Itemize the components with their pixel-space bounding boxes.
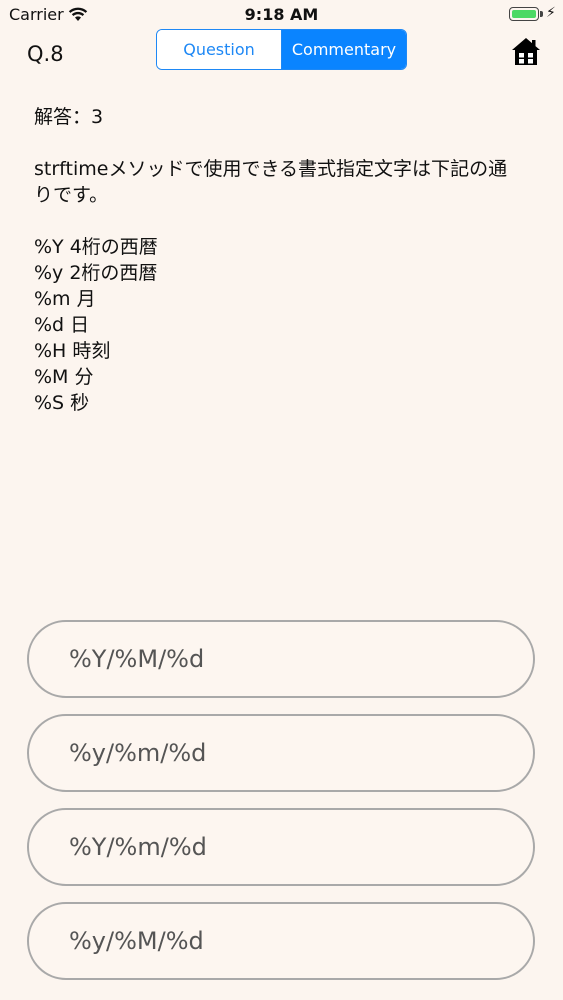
format-list: %Y 4桁の西暦 %y 2桁の西暦 %m 月 %d 日 %H 時刻 %M 分 %… — [34, 234, 524, 416]
answer-choices: %Y/%M/%d %y/%m/%d %Y/%m/%d %y/%M/%d — [27, 620, 535, 996]
answer-text: 解答：3 — [34, 106, 104, 128]
question-number: Q.8 — [27, 42, 64, 66]
explanation-text: strftimeメソッドで使用できる書式指定文字は下記の通りです。 — [34, 158, 508, 206]
list-item: %y 2桁の西暦 — [34, 262, 158, 284]
list-item: %S 秒 — [34, 392, 90, 414]
charging-bolt-icon: ⚡ — [546, 5, 556, 21]
status-bar: Carrier 9:18 AM ⚡ — [0, 0, 563, 30]
choice-button-4[interactable]: %y/%M/%d — [27, 902, 535, 980]
list-item: %Y 4桁の西暦 — [34, 236, 158, 258]
battery-fill — [512, 10, 536, 18]
commentary-content: 解答：3 strftimeメソッドで使用できる書式指定文字は下記の通りです。 %… — [34, 104, 524, 416]
tab-commentary[interactable]: Commentary — [281, 30, 406, 69]
battery-icon — [509, 7, 539, 21]
choice-button-2[interactable]: %y/%m/%d — [27, 714, 535, 792]
list-item: %M 分 — [34, 366, 94, 388]
choice-button-3[interactable]: %Y/%m/%d — [27, 808, 535, 886]
battery-tip — [540, 11, 543, 17]
list-item: %d 日 — [34, 314, 90, 336]
tab-question[interactable]: Question — [157, 30, 281, 69]
choice-button-1[interactable]: %Y/%M/%d — [27, 620, 535, 698]
list-item: %m 月 — [34, 288, 96, 310]
view-segmented-control: Question Commentary — [156, 29, 407, 70]
status-time: 9:18 AM — [244, 5, 319, 24]
list-item: %H 時刻 — [34, 340, 111, 362]
home-icon[interactable] — [510, 36, 542, 68]
